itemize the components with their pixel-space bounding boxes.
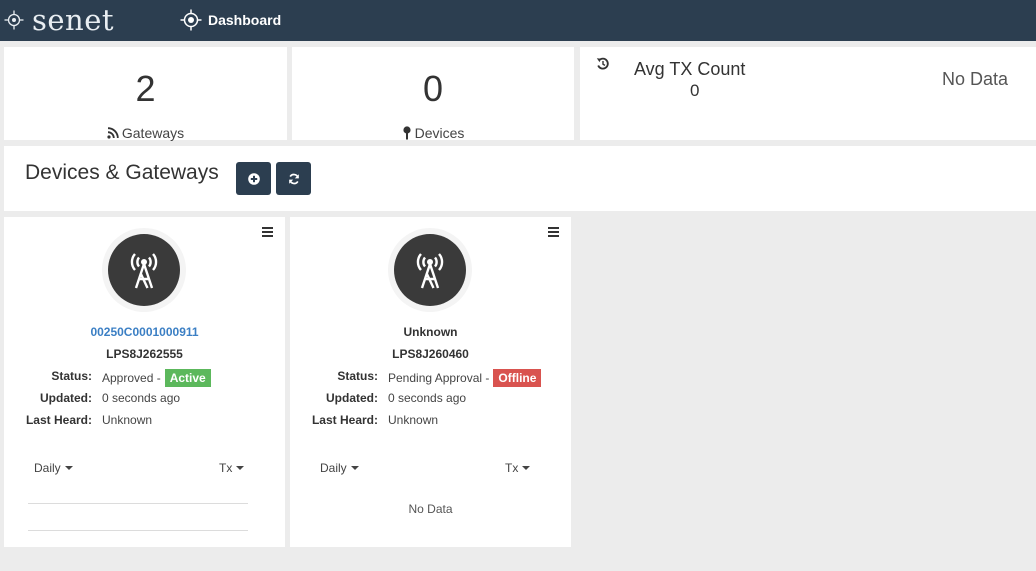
status-text: Pending Approval -: [388, 371, 490, 385]
gateways-stat-panel[interactable]: 2 Gateways: [4, 47, 287, 141]
updated-row: Updated: 0 seconds ago: [290, 391, 571, 409]
history-icon[interactable]: [596, 57, 610, 71]
device-avatar-circle: [108, 234, 180, 306]
cell-tower-icon: [416, 253, 444, 289]
status-value: Approved - Active: [102, 369, 211, 387]
period-dropdown[interactable]: Daily: [34, 461, 73, 475]
map-pin-icon: [402, 126, 411, 140]
status-badge: Offline: [493, 369, 542, 387]
hamburger-menu-icon[interactable]: [262, 227, 273, 237]
status-value: Pending Approval - Offline: [388, 369, 542, 387]
avg-tx-panel: Avg TX Count 0 No Data: [580, 47, 1036, 140]
updated-value: 0 seconds ago: [102, 391, 181, 405]
avg-tx-value: 0: [690, 81, 700, 100]
period-dropdown-label: Daily: [34, 461, 61, 475]
devices-label-row: Devices: [292, 125, 574, 141]
last-heard-label: Last Heard:: [25, 413, 92, 427]
devices-gateways-header: Devices & Gateways: [4, 146, 1036, 211]
chart-divider: [28, 503, 248, 504]
device-model: LPS8J260460: [392, 347, 469, 361]
last-heard-row: Last Heard: Unknown: [290, 413, 571, 431]
device-card: 00250C0001000911 LPS8J262555 Status: App…: [4, 217, 285, 547]
refresh-icon: [288, 173, 299, 184]
senet-logo-icon: [4, 10, 24, 30]
device-name: Unknown: [403, 325, 458, 339]
caret-down-icon: [350, 466, 359, 470]
last-heard-label: Last Heard:: [311, 413, 378, 427]
devices-stat-panel[interactable]: 0 Devices: [292, 47, 574, 141]
metric-dropdown[interactable]: Tx: [505, 461, 531, 475]
brand-name: senet: [32, 2, 115, 37]
status-badge: Active: [164, 369, 211, 387]
gateways-count: 2: [135, 68, 156, 109]
refresh-button[interactable]: [276, 162, 311, 195]
device-model: LPS8J262555: [106, 347, 183, 361]
brand-logo[interactable]: senet: [4, 3, 114, 37]
section-title: Devices & Gateways: [25, 161, 219, 184]
rss-icon: [107, 127, 119, 139]
updated-label: Updated:: [40, 391, 92, 405]
avg-tx-status: No Data: [941, 69, 1008, 89]
add-device-button[interactable]: [236, 162, 271, 195]
plus-circle-icon: [247, 172, 260, 185]
chart-divider: [28, 530, 248, 531]
gateways-label: Gateways: [121, 125, 185, 141]
nav-dashboard[interactable]: Dashboard: [180, 9, 281, 31]
caret-down-icon: [236, 466, 245, 470]
avg-tx-title: Avg TX Count: [634, 59, 746, 79]
dashboard-target-icon: [180, 9, 202, 31]
device-avatar: [102, 228, 186, 312]
caret-down-icon: [64, 466, 73, 470]
last-heard-row: Last Heard: Unknown: [4, 413, 285, 431]
status-row: Status: Approved - Active: [4, 369, 285, 387]
status-label: Status:: [337, 369, 378, 383]
caret-down-icon: [522, 466, 531, 470]
device-eui-link[interactable]: 00250C0001000911: [4, 325, 285, 339]
devices-count: 0: [422, 68, 444, 109]
metric-dropdown-label: Tx: [219, 461, 233, 475]
metric-dropdown-label: Tx: [505, 461, 519, 475]
top-navbar: senet Dashboard: [0, 0, 1036, 41]
device-avatar-circle: [394, 234, 466, 306]
metric-dropdown[interactable]: Tx: [219, 461, 245, 475]
period-dropdown[interactable]: Daily: [320, 461, 359, 475]
device-avatar: [388, 228, 472, 312]
period-dropdown-label: Daily: [320, 461, 347, 475]
device-card: Unknown LPS8J260460 Status: Pending Appr…: [290, 217, 571, 547]
updated-row: Updated: 0 seconds ago: [4, 391, 285, 409]
status-row: Status: Pending Approval - Offline: [290, 369, 571, 387]
last-heard-value: Unknown: [102, 413, 153, 427]
nav-dashboard-label: Dashboard: [208, 12, 282, 28]
status-label: Status:: [51, 369, 92, 383]
updated-label: Updated:: [326, 391, 378, 405]
status-text: Approved -: [102, 371, 161, 385]
last-heard-value: Unknown: [388, 413, 439, 427]
cell-tower-icon: [130, 253, 158, 289]
hamburger-menu-icon[interactable]: [548, 227, 559, 237]
devices-label: Devices: [414, 125, 465, 141]
gateways-label-row: Gateways: [4, 125, 287, 141]
updated-value: 0 seconds ago: [388, 391, 467, 405]
chart-status: No Data: [408, 502, 453, 516]
